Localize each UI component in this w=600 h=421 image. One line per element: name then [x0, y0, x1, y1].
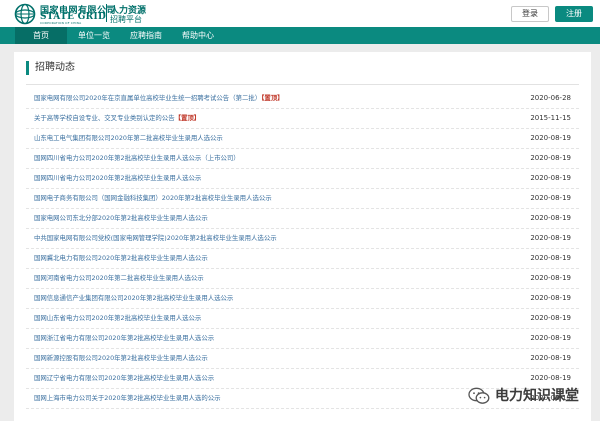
announcement-title[interactable]: 国家电网有限公司2020年在京直属单位高校毕业生统一招聘考试公告（第二批）【置顶… — [34, 94, 284, 103]
announcement-date: 2020-08-19 — [530, 374, 571, 382]
nav-item-help[interactable]: 帮助中心 — [176, 27, 220, 44]
announcement-title[interactable]: 国网新源控股有限公司2020年第2批高校毕业生录用人选公示 — [34, 354, 208, 363]
announcement-title-text[interactable]: 关于高等学校自设专业、交叉专业类别认定的公告 — [34, 114, 175, 122]
nav-item-guide[interactable]: 应聘指南 — [124, 27, 168, 44]
announcement-row[interactable]: 国网冀北电力有限公司2020年第2批高校毕业生录用人选公示 2020-08-19 — [26, 249, 579, 269]
announcement-title[interactable]: 国网冀北电力有限公司2020年第2批高校毕业生录用人选公示 — [34, 254, 208, 263]
header-divider — [106, 4, 107, 22]
announcement-title-text[interactable]: 国网山东省电力公司2020年第2批高校毕业生录用人选公示 — [34, 314, 201, 322]
announcement-row[interactable]: 国家电网有限公司2020年在京直属单位高校毕业生统一招聘考试公告（第二批）【置顶… — [26, 89, 579, 109]
announcement-title[interactable]: 国网浙江省电力有限公司2020年第2批高校毕业生录用人选公示 — [34, 334, 214, 343]
section-accent-bar — [26, 61, 29, 75]
announcement-title-text[interactable]: 国网新源控股有限公司2020年第2批高校毕业生录用人选公示 — [34, 354, 208, 362]
announcement-title[interactable]: 国网电子商务有限公司（国网金融科技集团）2020年第2批高校毕业生录用人选公示 — [34, 194, 272, 203]
announcement-title[interactable]: 国网辽宁省电力有限公司2020年第2批高校毕业生录用人选公示 — [34, 374, 214, 383]
announcement-title[interactable]: 国家电网公司东北分部2020年第2批高校毕业生录用人选公示 — [34, 214, 208, 223]
announcement-title-text[interactable]: 国网上海市电力公司关于2020年第2批高校毕业生录用人选的公示 — [34, 394, 221, 402]
section-title: 招聘动态 — [35, 62, 75, 73]
announcement-row[interactable]: 国网河南省电力公司2020年第二批高校毕业生录用人选公示 2020-08-19 — [26, 269, 579, 289]
announcement-row[interactable]: 国网山东省电力公司2020年第2批高校毕业生录用人选公示 2020-08-19 — [26, 309, 579, 329]
state-grid-logo-icon[interactable] — [13, 3, 37, 25]
announcement-title-text[interactable]: 国网冀北电力有限公司2020年第2批高校毕业生录用人选公示 — [34, 254, 208, 262]
wechat-icon — [468, 387, 490, 404]
announcement-title[interactable]: 国网上海市电力公司关于2020年第2批高校毕业生录用人选的公示 — [34, 394, 221, 403]
announcement-title[interactable]: 国网信息通信产业集团有限公司2020年第2批高校毕业生录用人选公示 — [34, 294, 233, 303]
announcement-row[interactable]: 国网浙江省电力有限公司2020年第2批高校毕业生录用人选公示 2020-08-19 — [26, 329, 579, 349]
announcement-row[interactable]: 关于高等学校自设专业、交叉专业类别认定的公告【置顶】 2015-11-15 — [26, 109, 579, 129]
announcement-title[interactable]: 山东电工电气集团有限公司2020年第二批高校毕业生录用人选公示 — [34, 134, 223, 143]
announcement-list: 国家电网有限公司2020年在京直属单位高校毕业生统一招聘考试公告（第二批）【置顶… — [26, 89, 579, 409]
announcement-title-text[interactable]: 国家电网有限公司2020年在京直属单位高校毕业生统一招聘考试公告（第二批） — [34, 94, 261, 102]
announcement-title-text[interactable]: 国网电子商务有限公司（国网金融科技集团）2020年第2批高校毕业生录用人选公示 — [34, 194, 272, 202]
announcement-row[interactable]: 国网四川省电力公司2020年第2批高校毕业生录用人选公示 2020-08-19 — [26, 169, 579, 189]
register-button[interactable]: 注册 — [555, 6, 593, 22]
announcement-title[interactable]: 中共国家电网有限公司党校(国家电网管理学院)2020年第2批高校毕业生录用人选公… — [34, 234, 277, 243]
announcement-row[interactable]: 国网四川省电力公司2020年第2批高校毕业生录用人选公示（上市公司） 2020-0… — [26, 149, 579, 169]
announcement-title[interactable]: 关于高等学校自设专业、交叉专业类别认定的公告【置顶】 — [34, 114, 200, 123]
announcement-row[interactable]: 国网新源控股有限公司2020年第2批高校毕业生录用人选公示 2020-08-19 — [26, 349, 579, 369]
announcement-row[interactable]: 中共国家电网有限公司党校(国家电网管理学院)2020年第2批高校毕业生录用人选公… — [26, 229, 579, 249]
announcement-title-text[interactable]: 中共国家电网有限公司党校(国家电网管理学院)2020年第2批高校毕业生录用人选公… — [34, 234, 277, 242]
announcement-date: 2020-08-19 — [530, 194, 571, 202]
announcement-date: 2020-08-19 — [530, 154, 571, 162]
announcement-date: 2015-11-15 — [530, 114, 571, 122]
announcement-row[interactable]: 国网信息通信产业集团有限公司2020年第2批高校毕业生录用人选公示 2020-08… — [26, 289, 579, 309]
announcement-date: 2020-08-19 — [530, 294, 571, 302]
section-divider — [26, 84, 579, 85]
nav-item-units[interactable]: 单位一览 — [70, 27, 118, 44]
pinned-tag: 【置顶】 — [174, 114, 201, 122]
announcement-title-text[interactable]: 国网浙江省电力有限公司2020年第2批高校毕业生录用人选公示 — [34, 334, 214, 342]
org-subtitle: CORPORATION OF CHINA — [40, 21, 82, 25]
announcement-row[interactable]: 山东电工电气集团有限公司2020年第二批高校毕业生录用人选公示 2020-08-1… — [26, 129, 579, 149]
announcement-title[interactable]: 国网山东省电力公司2020年第2批高校毕业生录用人选公示 — [34, 314, 201, 323]
content-panel: 招聘动态 国家电网有限公司2020年在京直属单位高校毕业生统一招聘考试公告（第二… — [14, 52, 591, 421]
announcement-date: 2020-06-28 — [530, 94, 571, 102]
announcement-date: 2020-08-19 — [530, 314, 571, 322]
watermark-text: 电力知识课堂 — [495, 388, 579, 404]
announcement-date: 2020-08-19 — [530, 334, 571, 342]
announcement-title[interactable]: 国网四川省电力公司2020年第2批高校毕业生录用人选公示（上市公司） — [34, 154, 240, 163]
announcement-row[interactable]: 国网电子商务有限公司（国网金融科技集团）2020年第2批高校毕业生录用人选公示 2… — [26, 189, 579, 209]
announcement-title-text[interactable]: 国家电网公司东北分部2020年第2批高校毕业生录用人选公示 — [34, 214, 208, 222]
pinned-tag: 【置顶】 — [261, 94, 284, 102]
announcement-title-text[interactable]: 国网河南省电力公司2020年第二批高校毕业生录用人选公示 — [34, 274, 204, 282]
announcement-date: 2020-08-19 — [530, 134, 571, 142]
nav-item-home[interactable]: 首页 — [15, 27, 67, 44]
announcement-title-text[interactable]: 国网信息通信产业集团有限公司2020年第2批高校毕业生录用人选公示 — [34, 294, 233, 302]
announcement-date: 2020-08-19 — [530, 174, 571, 182]
site-header: 国家电网有限公司 STATE GRID CORPORATION OF CHINA… — [0, 0, 600, 27]
announcement-row[interactable]: 国家电网公司东北分部2020年第2批高校毕业生录用人选公示 2020-08-19 — [26, 209, 579, 229]
announcement-title-text[interactable]: 国网辽宁省电力有限公司2020年第2批高校毕业生录用人选公示 — [34, 374, 214, 382]
announcement-title-text[interactable]: 山东电工电气集团有限公司2020年第二批高校毕业生录用人选公示 — [34, 134, 223, 142]
login-button[interactable]: 登录 — [511, 6, 549, 22]
announcement-title-text[interactable]: 国网四川省电力公司2020年第2批高校毕业生录用人选公示 — [34, 174, 201, 182]
announcement-title[interactable]: 国网河南省电力公司2020年第二批高校毕业生录用人选公示 — [34, 274, 204, 283]
announcement-date: 2020-08-19 — [530, 354, 571, 362]
announcement-date: 2020-08-19 — [530, 214, 571, 222]
platform-title-line2: 招聘平台 — [110, 15, 142, 24]
announcement-date: 2020-08-19 — [530, 254, 571, 262]
announcement-title-text[interactable]: 国网四川省电力公司2020年第2批高校毕业生录用人选公示（上市公司） — [34, 154, 240, 162]
announcement-date: 2020-08-19 — [530, 234, 571, 242]
main-nav: 首页 单位一览 应聘指南 帮助中心 — [0, 27, 600, 44]
announcement-row[interactable]: 国网辽宁省电力有限公司2020年第2批高校毕业生录用人选公示 2020-08-19 — [26, 369, 579, 389]
announcement-date: 2020-08-19 — [530, 274, 571, 282]
announcement-title[interactable]: 国网四川省电力公司2020年第2批高校毕业生录用人选公示 — [34, 174, 201, 183]
